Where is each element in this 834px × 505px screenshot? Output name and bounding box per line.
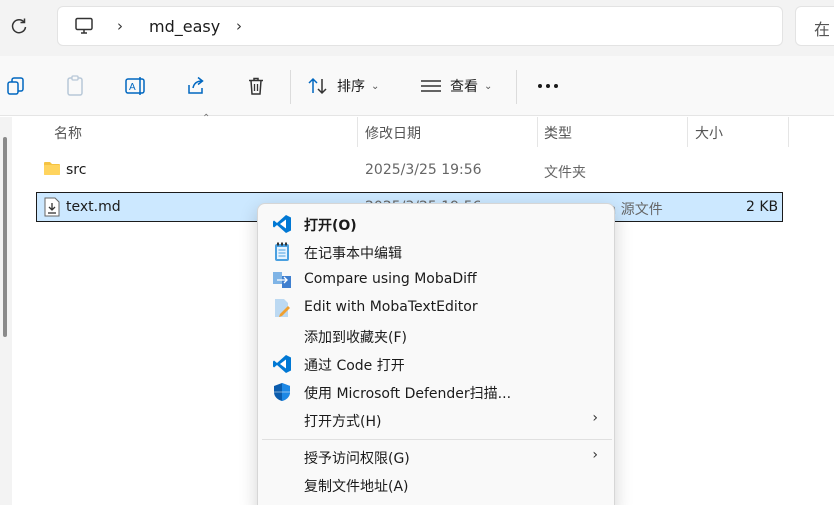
view-label: 查看 xyxy=(450,79,478,95)
sort-label: 排序 xyxy=(337,79,365,95)
file-modified: 2025/3/25 19:56 xyxy=(365,162,482,178)
search-placeholder: 在 xyxy=(814,20,831,39)
defender-shield-icon xyxy=(272,382,292,402)
menu-item-defender-scan[interactable]: 使用 Microsoft Defender扫描... xyxy=(262,378,612,406)
share-icon xyxy=(188,76,204,94)
file-name: text.md xyxy=(66,199,121,215)
mobadiff-icon xyxy=(272,270,292,290)
toolbar-divider xyxy=(516,70,517,104)
rename-icon: A xyxy=(125,77,145,95)
paste-button[interactable] xyxy=(65,72,85,100)
this-pc-icon[interactable] xyxy=(74,17,94,39)
column-header: ⌃ 名称 修改日期 类型 大小 xyxy=(12,113,834,149)
more-icon xyxy=(538,84,558,88)
menu-item-open[interactable]: 打开(O) xyxy=(262,210,612,238)
menu-item-label: Compare using MobaDiff xyxy=(304,271,477,287)
menu-item-open-with-code[interactable]: 通过 Code 打开 xyxy=(262,350,612,378)
sort-button[interactable]: 排序 ⌄ xyxy=(307,72,379,100)
menu-item-edit-notepad[interactable]: 在记事本中编辑 xyxy=(262,238,612,266)
search-input[interactable]: 在 xyxy=(795,6,834,46)
file-size: 2 KB xyxy=(746,199,779,215)
menu-item-compare-mobadiff[interactable]: Compare using MobaDiff xyxy=(262,266,612,294)
menu-item-label: 通过 Code 打开 xyxy=(304,358,405,374)
column-type[interactable]: 类型 xyxy=(544,123,572,143)
nav-pane-scrollbar[interactable] xyxy=(0,117,12,505)
copy-icon xyxy=(7,77,24,95)
mobatexteditor-icon xyxy=(272,298,292,318)
chevron-down-icon: ⌄ xyxy=(484,80,493,92)
refresh-icon[interactable] xyxy=(9,16,29,36)
more-options-button[interactable] xyxy=(537,72,559,100)
vscode-icon xyxy=(272,354,292,374)
file-type: 文件夹 xyxy=(544,165,586,181)
menu-item-label: 打开(O) xyxy=(304,218,357,234)
chevron-down-icon: ⌄ xyxy=(371,80,380,92)
view-button[interactable]: 查看 ⌄ xyxy=(420,72,492,100)
notepad-icon xyxy=(272,242,292,262)
menu-item-label: 打开方式(H) xyxy=(304,414,382,430)
paste-icon xyxy=(67,75,83,96)
context-menu: 打开(O) 在记事本中编辑 Compare using MobaDiff Edi… xyxy=(257,203,615,505)
menu-item-label: 使用 Microsoft Defender扫描... xyxy=(304,386,512,402)
breadcrumb-separator[interactable]: › xyxy=(236,17,242,35)
file-name: src xyxy=(66,162,87,178)
view-list-icon xyxy=(421,80,441,92)
sort-caret-icon: ⌃ xyxy=(202,113,211,124)
menu-item-label: 复制文件地址(A) xyxy=(304,479,409,495)
column-divider[interactable] xyxy=(788,117,789,147)
share-button[interactable] xyxy=(186,72,206,100)
column-divider[interactable] xyxy=(687,117,688,147)
breadcrumb[interactable]: › md_easy › xyxy=(57,6,783,46)
menu-item-add-favorites[interactable]: 添加到收藏夹(F) xyxy=(262,322,612,350)
column-size[interactable]: 大小 xyxy=(695,123,723,143)
column-modified[interactable]: 修改日期 xyxy=(365,123,421,143)
vscode-icon xyxy=(272,214,292,234)
menu-item-label: Edit with MobaTextEditor xyxy=(304,299,478,315)
column-divider[interactable] xyxy=(357,117,358,147)
menu-item-open-with[interactable]: 打开方式(H) › xyxy=(262,406,612,434)
rename-button[interactable]: A xyxy=(125,72,147,100)
scrollbar-thumb[interactable] xyxy=(3,137,7,337)
menu-item-copy-path[interactable]: 复制文件地址(A) xyxy=(262,471,612,499)
menu-item-label: 在记事本中编辑 xyxy=(304,246,402,262)
menu-item-label: 授予访问权限(G) xyxy=(304,451,410,467)
menu-item-grant-access[interactable]: 授予访问权限(G) › xyxy=(262,443,612,471)
menu-separator xyxy=(262,439,612,440)
chevron-right-icon: › xyxy=(592,410,598,426)
command-bar: A 排序 ⌄ 查看 ⌄ xyxy=(0,56,834,116)
trash-icon xyxy=(249,77,263,95)
file-row-src[interactable]: src 2025/3/25 19:56 文件夹 xyxy=(36,156,783,186)
address-bar-row: › md_easy › 在 xyxy=(0,0,834,56)
folder-icon xyxy=(43,160,61,180)
menu-item-label: 添加到收藏夹(F) xyxy=(304,330,407,346)
column-divider[interactable] xyxy=(537,117,538,147)
chevron-right-icon: › xyxy=(592,447,598,463)
copy-button[interactable] xyxy=(6,72,26,100)
breadcrumb-item-md-easy[interactable]: md_easy xyxy=(149,17,220,36)
delete-button[interactable] xyxy=(246,72,266,100)
markdown-file-icon xyxy=(44,197,60,221)
svg-text:A: A xyxy=(129,82,136,93)
sort-icon xyxy=(308,77,327,95)
breadcrumb-separator[interactable]: › xyxy=(117,17,123,35)
menu-item-edit-mobatexteditor[interactable]: Edit with MobaTextEditor xyxy=(262,294,612,322)
toolbar-divider xyxy=(290,70,291,104)
column-name[interactable]: 名称 xyxy=(54,123,82,143)
